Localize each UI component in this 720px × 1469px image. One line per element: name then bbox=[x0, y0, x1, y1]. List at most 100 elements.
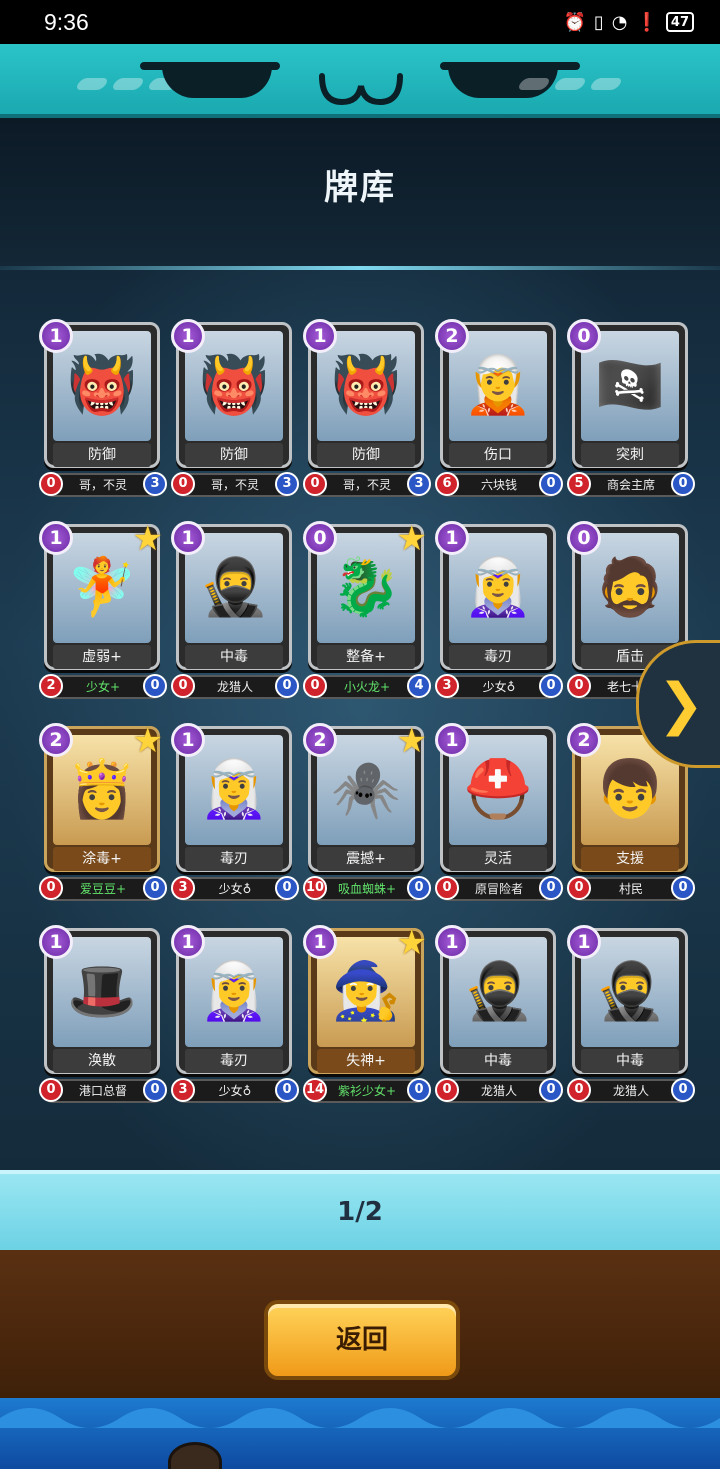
card-red-stat: 0 bbox=[567, 1078, 591, 1102]
monster-eye-left bbox=[162, 66, 272, 98]
page-indicator: 1/2 bbox=[0, 1170, 720, 1250]
monster-mouth bbox=[319, 73, 403, 106]
deck-card[interactable]: 🧝‍♀️ 毒刃 1 3 少女♁ 0 bbox=[171, 925, 299, 1103]
card-red-stat: 5 bbox=[567, 472, 591, 496]
card-blue-stat: 0 bbox=[275, 1078, 299, 1102]
card-cost-badge: 1 bbox=[435, 723, 469, 757]
card-blue-stat: 0 bbox=[671, 472, 695, 496]
card-blue-stat: 3 bbox=[143, 472, 167, 496]
card-owner-bar: 0 港口总督 0 bbox=[39, 1078, 167, 1103]
card-name: 失神+ bbox=[317, 1049, 415, 1073]
card-red-stat: 0 bbox=[303, 674, 327, 698]
star-icon: ★ bbox=[396, 519, 427, 559]
card-cost-badge: 1 bbox=[567, 925, 601, 959]
card-owner-bar: 0 龙猎人 0 bbox=[567, 1078, 695, 1103]
card-name: 整备+ bbox=[317, 645, 415, 669]
card-owner-bar: 0 小火龙+ 4 bbox=[303, 674, 431, 699]
card-name: 伤口 bbox=[449, 443, 547, 467]
deck-card[interactable]: 🧚 虚弱+ 1 ★ 2 少女+ 0 bbox=[39, 519, 167, 699]
deck-card[interactable]: 👹 防御 1 0 哥，不灵 3 bbox=[39, 319, 167, 497]
card-blue-stat: 0 bbox=[671, 1078, 695, 1102]
card-owner: 爱豆豆+ bbox=[79, 882, 127, 896]
deck-card[interactable]: 🕷️ 震撼+ 2 ★ 10 吸血蜘蛛+ 0 bbox=[303, 721, 431, 901]
card-cost-badge: 2 bbox=[567, 723, 601, 757]
top-banner bbox=[0, 44, 720, 118]
card-owner: 龙猎人 bbox=[216, 680, 253, 694]
card-red-stat: 0 bbox=[435, 1078, 459, 1102]
card-red-stat: 0 bbox=[171, 674, 195, 698]
card-cost-badge: 1 bbox=[171, 723, 205, 757]
card-owner-bar: 5 商会主席 0 bbox=[567, 472, 695, 497]
card-blue-stat: 0 bbox=[671, 876, 695, 900]
card-portrait: 🧝‍♀️ bbox=[199, 959, 269, 1024]
star-icon: ★ bbox=[396, 923, 427, 963]
card-name: 中毒 bbox=[185, 645, 283, 669]
deck-card[interactable]: 🥷 中毒 1 0 龙猎人 0 bbox=[567, 925, 695, 1103]
card-portrait: 🧚 bbox=[67, 555, 137, 620]
page-title: 牌库 bbox=[324, 168, 396, 208]
card-red-stat: 0 bbox=[303, 472, 327, 496]
alert-icon: ❗ bbox=[635, 11, 658, 33]
star-icon: ★ bbox=[132, 519, 163, 559]
deck-card[interactable]: 👸 涂毒+ 2 ★ 0 爱豆豆+ 0 bbox=[39, 721, 167, 901]
deck-card[interactable]: 🎩 涣散 1 0 港口总督 0 bbox=[39, 925, 167, 1103]
card-portrait: 👹 bbox=[67, 353, 137, 418]
back-button[interactable]: 返回 bbox=[264, 1300, 460, 1380]
card-owner: 哥，不灵 bbox=[78, 478, 127, 492]
card-name: 涂毒+ bbox=[53, 847, 151, 871]
card-cost-badge: 2 bbox=[435, 319, 469, 353]
chevron-right-icon: ❯ bbox=[657, 671, 705, 737]
card-red-stat: 3 bbox=[435, 674, 459, 698]
card-name: 中毒 bbox=[581, 1049, 679, 1073]
deck-card[interactable]: 🥷 中毒 1 0 龙猎人 0 bbox=[171, 521, 299, 699]
deck-card[interactable]: 👹 防御 1 0 哥，不灵 3 bbox=[303, 319, 431, 497]
deck-card[interactable]: 🧝 伤口 2 6 六块钱 0 bbox=[435, 319, 563, 497]
card-red-stat: 0 bbox=[435, 876, 459, 900]
card-name: 灵活 bbox=[449, 847, 547, 871]
card-red-stat: 3 bbox=[171, 1078, 195, 1102]
card-blue-stat: 0 bbox=[143, 674, 167, 698]
card-portrait: 🏴‍☠️ bbox=[595, 353, 665, 418]
card-portrait: 🥷 bbox=[199, 555, 269, 620]
card-blue-stat: 0 bbox=[143, 876, 167, 900]
card-name: 突刺 bbox=[581, 443, 679, 467]
card-blue-stat: 0 bbox=[539, 674, 563, 698]
card-portrait: 🥷 bbox=[463, 959, 533, 1024]
card-name: 毒刃 bbox=[185, 847, 283, 871]
deck-card[interactable]: 🥷 中毒 1 0 龙猎人 0 bbox=[435, 925, 563, 1103]
deck-card[interactable]: 🧙‍♀️ 失神+ 1 ★ 14 紫衫少女+ 0 bbox=[303, 923, 431, 1103]
status-time: 9:36 bbox=[44, 8, 89, 35]
card-name: 防御 bbox=[317, 443, 415, 467]
card-name: 毒刃 bbox=[185, 1049, 283, 1073]
card-blue-stat: 0 bbox=[407, 876, 431, 900]
decor-stripes-right bbox=[516, 78, 624, 90]
deck-card[interactable]: 👹 防御 1 0 哥，不灵 3 bbox=[171, 319, 299, 497]
card-red-stat: 14 bbox=[303, 1078, 327, 1102]
card-owner: 商会主席 bbox=[606, 478, 655, 492]
wave-decor bbox=[0, 1408, 720, 1428]
deck-card[interactable]: 🐉 整备+ 0 ★ 0 小火龙+ 4 bbox=[303, 519, 431, 699]
card-owner: 六块钱 bbox=[480, 478, 517, 492]
card-cost-badge: 1 bbox=[39, 521, 73, 555]
deck-card[interactable]: 🧝‍♀️ 毒刃 1 3 少女♁ 0 bbox=[171, 723, 299, 901]
battery-icon: 47 bbox=[665, 12, 694, 32]
card-blue-stat: 0 bbox=[539, 472, 563, 496]
card-blue-stat: 3 bbox=[407, 472, 431, 496]
card-name: 中毒 bbox=[449, 1049, 547, 1073]
card-blue-stat: 3 bbox=[275, 472, 299, 496]
card-name: 支援 bbox=[581, 847, 679, 871]
deck-card[interactable]: 🏴‍☠️ 突刺 0 5 商会主席 0 bbox=[567, 319, 695, 497]
card-red-stat: 2 bbox=[39, 674, 63, 698]
card-owner: 哥，不灵 bbox=[210, 478, 259, 492]
card-owner-bar: 14 紫衫少女+ 0 bbox=[303, 1078, 431, 1103]
card-portrait: 👹 bbox=[331, 353, 401, 418]
deck-card[interactable]: ⛑️ 灵活 1 0 原冒险者 0 bbox=[435, 723, 563, 901]
deck-card[interactable]: 🧝‍♀️ 毒刃 1 3 少女♁ 0 bbox=[435, 521, 563, 699]
title-band: 牌库 bbox=[0, 118, 720, 268]
card-owner: 吸血蜘蛛+ bbox=[337, 882, 397, 896]
card-portrait: 🧝 bbox=[463, 353, 533, 418]
card-blue-stat: 0 bbox=[143, 1078, 167, 1102]
card-cost-badge: 0 bbox=[303, 521, 337, 555]
card-cost-badge: 1 bbox=[303, 925, 337, 959]
card-cost-badge: 1 bbox=[171, 521, 205, 555]
